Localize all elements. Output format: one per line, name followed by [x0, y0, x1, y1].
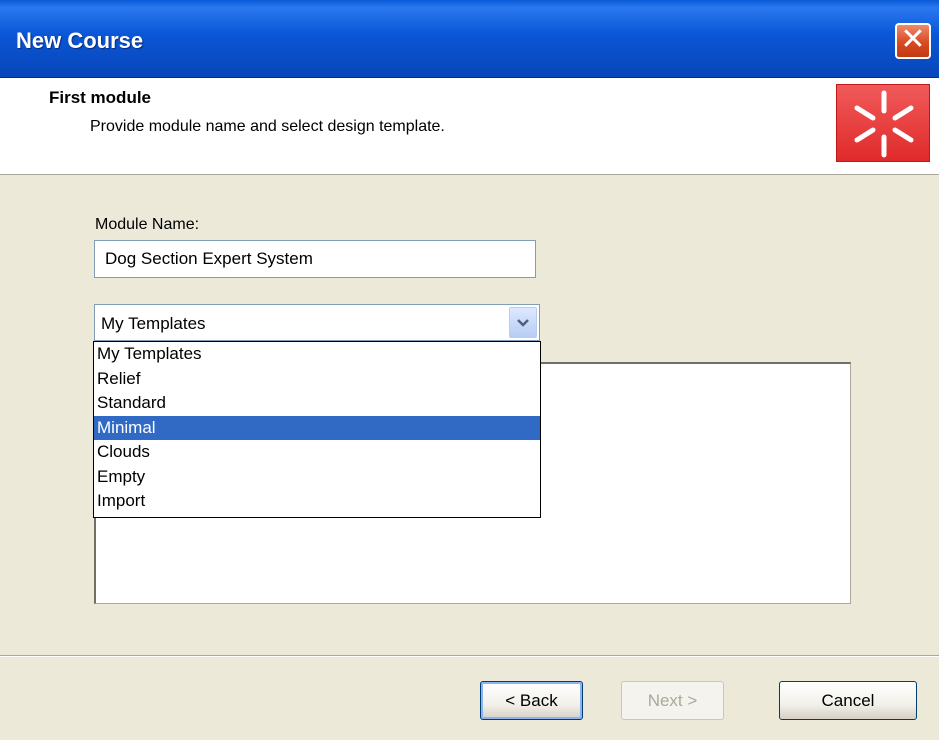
template-select[interactable]: My Templates	[94, 304, 540, 341]
logo-graphic	[854, 90, 914, 158]
dropdown-option[interactable]: Import	[94, 489, 540, 514]
close-icon[interactable]: ✕	[895, 23, 931, 59]
star-burst-icon	[836, 84, 930, 162]
title-bar: New Course ✕	[0, 0, 939, 78]
dropdown-option[interactable]: Relief	[94, 367, 540, 392]
page-title: First module	[49, 88, 152, 107]
dropdown-option[interactable]: Clouds	[94, 440, 540, 465]
chevron-down-icon[interactable]	[509, 307, 537, 338]
footer-separator	[0, 655, 939, 657]
new-course-dialog: New Course ✕ First module Provide module…	[0, 0, 939, 740]
module-name-input[interactable]: Dog Section Expert System	[94, 240, 536, 278]
back-button[interactable]: < Back	[480, 681, 583, 720]
next-button[interactable]: Next >	[621, 681, 724, 720]
template-select-value: My Templates	[101, 314, 206, 333]
window-title: New Course	[16, 28, 144, 53]
template-dropdown-list: My Templates Relief Standard Minimal Clo…	[93, 341, 541, 518]
wizard-header: First module Provide module name and sel…	[0, 78, 939, 175]
module-name-label: Module Name:	[95, 216, 200, 233]
dropdown-option-highlighted[interactable]: Minimal	[94, 415, 540, 440]
dropdown-option[interactable]: My Templates	[94, 342, 540, 367]
page-subtitle: Provide module name and select design te…	[90, 118, 445, 135]
dropdown-option[interactable]: Empty	[94, 465, 540, 490]
dropdown-option[interactable]: Standard	[94, 391, 540, 416]
cancel-button[interactable]: Cancel	[779, 681, 917, 720]
